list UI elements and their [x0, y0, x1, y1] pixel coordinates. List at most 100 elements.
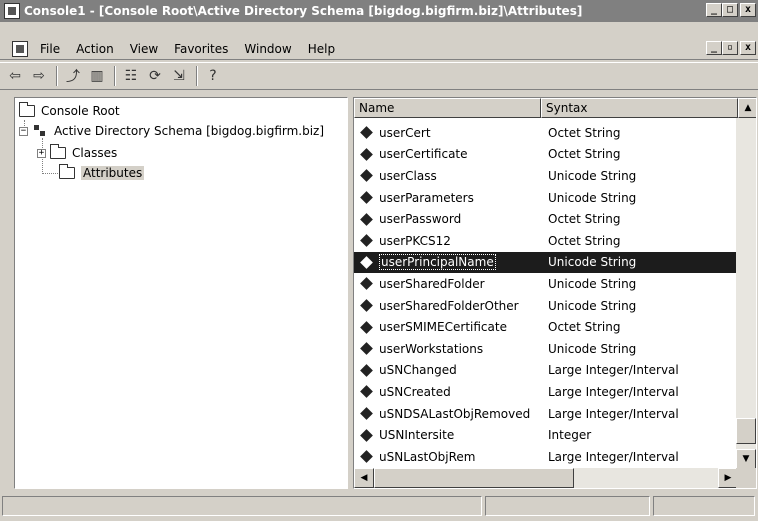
attribute-name-cell: uSNChanged: [354, 363, 544, 377]
tree-item-label: Attributes: [81, 166, 145, 180]
menu-bar: File Action View Favorites Window Help _…: [0, 38, 758, 60]
vertical-scroll-thumb[interactable]: [736, 418, 756, 444]
menu-help[interactable]: Help: [300, 42, 343, 56]
close-button[interactable]: x: [740, 3, 756, 17]
menu-action[interactable]: Action: [68, 42, 122, 56]
list-item[interactable]: userPrincipalName Unicode String: [354, 251, 738, 274]
attribute-name: USNIntersite: [379, 428, 455, 443]
menu-file[interactable]: File: [32, 42, 68, 56]
list-item[interactable]: userPKCS12 Octet String: [354, 230, 738, 252]
list-item[interactable]: userClass Unicode String: [354, 165, 738, 187]
list-item[interactable]: userSharedFolder Unicode String: [354, 273, 738, 295]
attribute-syntax: Unicode String: [548, 255, 637, 270]
list-item[interactable]: userParameters Unicode String: [354, 187, 738, 209]
list-item[interactable]: userSMIMECertificate Octet String: [354, 316, 738, 338]
attribute-icon: [360, 428, 373, 442]
attribute-name: userCertificate: [379, 147, 468, 162]
minimize-button[interactable]: _: [706, 3, 722, 17]
attribute-syntax: Octet String: [548, 320, 621, 335]
attribute-name: userClass: [379, 168, 437, 183]
attribute-syntax: Unicode String: [548, 190, 637, 205]
mmc-app-icon[interactable]: [4, 3, 20, 19]
list-item[interactable]: userPassword Octet String: [354, 208, 738, 230]
scroll-up-button[interactable]: ▲: [738, 98, 756, 118]
tree-item-label: Active Directory Schema [bigdog.bigfirm.…: [54, 124, 325, 138]
attribute-name-cell: uSNCreated: [354, 385, 544, 399]
attribute-name-cell: userSMIMECertificate: [354, 320, 544, 334]
list-item[interactable]: userWorkstations Unicode String: [354, 338, 738, 360]
list-item[interactable]: uSNLastObjRem Large Integer/Interval: [354, 446, 738, 468]
help-icon[interactable]: ?: [202, 65, 224, 87]
collapse-icon[interactable]: −: [19, 126, 28, 136]
title-bar[interactable]: Console1 - [Console Root\Active Director…: [0, 0, 758, 22]
attribute-name: uSNDSALastObjRemoved: [379, 406, 531, 421]
attribute-icon: [360, 385, 373, 399]
child-minimize-button[interactable]: _: [706, 41, 722, 55]
attribute-name: userPKCS12: [379, 233, 451, 248]
attribute-syntax: Large Integer/Interval: [548, 449, 679, 464]
list-item[interactable]: userSharedFolderOther Unicode String: [354, 295, 738, 317]
expand-icon[interactable]: +: [37, 148, 46, 158]
column-header-syntax[interactable]: Syntax: [541, 98, 738, 118]
list-item[interactable]: userCert Octet String: [354, 122, 738, 144]
scroll-left-button[interactable]: ◀: [354, 468, 374, 488]
list-item[interactable]: userCertificate Octet String: [354, 144, 738, 166]
attribute-icon: [360, 450, 373, 464]
attribute-syntax: Octet String: [548, 212, 621, 227]
tree-item-console-root[interactable]: Console Root: [19, 101, 120, 121]
list-item[interactable]: uSNCreated Large Integer/Interval: [354, 381, 738, 403]
list-header: Name Syntax ▲: [354, 98, 756, 118]
status-panel-right: [653, 496, 755, 516]
horizontal-scroll-thumb[interactable]: [374, 468, 574, 488]
back-arrow-icon[interactable]: ⇦: [4, 65, 26, 87]
attribute-name-cell: userClass: [354, 169, 544, 183]
attribute-name-cell: userParameters: [354, 191, 544, 205]
scroll-down-button[interactable]: ▼: [736, 449, 756, 469]
attribute-icon: [360, 234, 373, 248]
attribute-icon: [360, 342, 373, 356]
list-item[interactable]: uSNChanged Large Integer/Interval: [354, 360, 738, 382]
attribute-list-pane[interactable]: Name Syntax ▲ userCert Octet String userCe…: [353, 97, 757, 489]
up-one-level-icon[interactable]: ⤴: [62, 65, 84, 87]
export-list-icon[interactable]: ⇲: [168, 65, 190, 87]
tree-item-classes[interactable]: + Classes: [37, 143, 117, 163]
open-folder-icon: [59, 164, 75, 179]
attribute-icon: [360, 407, 373, 420]
menu-favorites[interactable]: Favorites: [166, 42, 236, 56]
column-header-name[interactable]: Name: [354, 98, 541, 118]
maximize-button[interactable]: □: [722, 3, 738, 17]
attribute-syntax: Unicode String: [548, 298, 637, 313]
child-restore-button[interactable]: ▫: [722, 41, 738, 55]
forward-arrow-icon[interactable]: ⇨: [28, 65, 50, 87]
attribute-name: userSharedFolder: [379, 276, 485, 291]
attribute-name: userSharedFolderOther: [379, 298, 519, 313]
attribute-name: userSMIMECertificate: [379, 320, 507, 335]
tree-pane[interactable]: Console Root − Active Directory Schema […: [14, 97, 348, 489]
attribute-name: userWorkstations: [379, 341, 484, 356]
tree-item-schema[interactable]: − Active Directory Schema [bigdog.bigfir…: [19, 121, 324, 141]
menu-window[interactable]: Window: [236, 42, 299, 56]
attribute-icon: [360, 212, 373, 226]
vertical-scrollbar[interactable]: ▼: [736, 118, 756, 469]
attribute-name: uSNChanged: [379, 363, 457, 378]
attribute-name: uSNLastObjRem: [379, 449, 476, 464]
status-panel-main: [2, 496, 482, 516]
attribute-name-cell: userSharedFolder: [354, 277, 544, 291]
child-close-button[interactable]: x: [740, 41, 756, 55]
attribute-syntax: Unicode String: [548, 341, 637, 356]
refresh-icon[interactable]: ⟳: [144, 65, 166, 87]
attribute-icon: [360, 364, 373, 377]
tree-item-attributes[interactable]: Attributes: [59, 163, 145, 183]
scroll-right-button[interactable]: ▶: [718, 468, 738, 488]
properties-icon[interactable]: ☷: [120, 65, 142, 87]
attribute-icon: [360, 256, 373, 269]
menu-view[interactable]: View: [122, 42, 166, 56]
attribute-name: uSNCreated: [379, 384, 451, 399]
attribute-syntax: Unicode String: [548, 168, 637, 183]
horizontal-scrollbar[interactable]: ◀ ▶: [354, 468, 738, 488]
list-item[interactable]: USNIntersite Integer: [354, 424, 738, 446]
attribute-icon: [360, 191, 373, 204]
list-item[interactable]: uSNDSALastObjRemoved Large Integer/Interv…: [354, 403, 738, 425]
console-icon[interactable]: [12, 40, 28, 57]
show-hide-tree-icon[interactable]: ▥: [86, 65, 108, 87]
